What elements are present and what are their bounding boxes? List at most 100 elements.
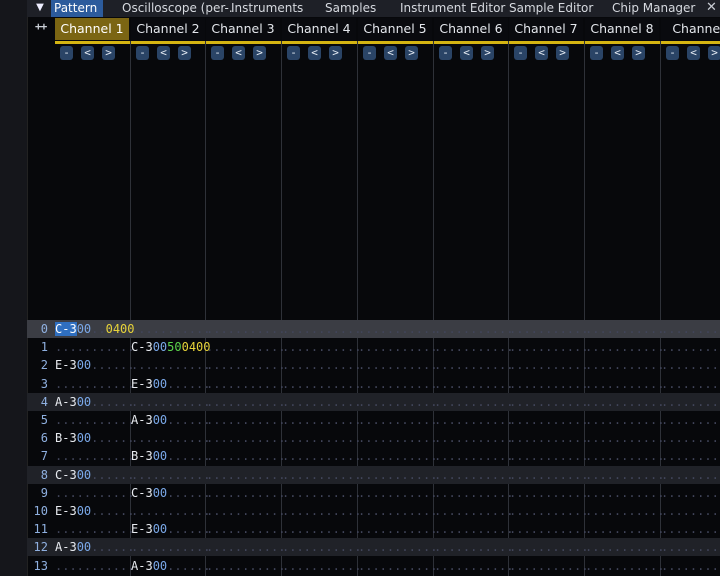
pattern-cell[interactable]: ........... (509, 520, 588, 538)
pattern-row[interactable]: 13........... A-300......................… (27, 557, 720, 575)
pattern-cell[interactable]: ........... (206, 538, 285, 556)
pattern-cell[interactable]: ........... (434, 356, 513, 374)
pattern-cell[interactable]: ........... (358, 338, 437, 356)
channel-move-left-button[interactable]: < (384, 46, 397, 60)
channel-header-4[interactable]: Channel 4 (282, 18, 356, 40)
channel-move-right-button[interactable]: > (708, 46, 720, 60)
pattern-cell[interactable]: ........... (206, 393, 285, 411)
pattern-cell[interactable]: ........... (282, 411, 361, 429)
pattern-cell[interactable]: ........... (509, 484, 588, 502)
pattern-row[interactable]: 12 A-300.................................… (27, 538, 720, 556)
pattern-cell[interactable]: ........... (661, 502, 720, 520)
pattern-cell[interactable]: ........... (509, 538, 588, 556)
pattern-cell[interactable]: ........... (358, 520, 437, 538)
pattern-cell[interactable]: ........... (358, 393, 437, 411)
pattern-cell[interactable]: ........... (661, 356, 720, 374)
channel-move-right-button[interactable]: > (329, 46, 342, 60)
pattern-cell[interactable]: ........... (131, 393, 210, 411)
pattern-cell[interactable]: ........... (282, 356, 361, 374)
pattern-cell[interactable]: ........... (661, 538, 720, 556)
pattern-cell[interactable]: ........... (434, 447, 513, 465)
channel-header-6[interactable]: Channel 6 (434, 18, 508, 40)
channel-move-left-button[interactable]: < (687, 46, 700, 60)
channel-collapse-button[interactable]: - (287, 46, 300, 60)
pattern-cell[interactable]: ........... (358, 484, 437, 502)
pattern-cell[interactable]: ........... (661, 375, 720, 393)
pattern-row[interactable]: 5........... A-300.......................… (27, 411, 720, 429)
channel-move-left-button[interactable]: < (308, 46, 321, 60)
channel-header-5[interactable]: Channel 5 (358, 18, 432, 40)
pattern-row[interactable]: 11........... E-300......................… (27, 520, 720, 538)
pattern-cell[interactable]: ........... (131, 466, 210, 484)
pattern-cell[interactable]: ........... (585, 484, 664, 502)
channel-header-2[interactable]: Channel 2 (131, 18, 205, 40)
tab-sample-editor[interactable]: Sample Editor (509, 0, 593, 17)
pattern-cell[interactable]: ........... (282, 429, 361, 447)
pattern-cell[interactable]: ........... (585, 429, 664, 447)
pattern-row[interactable]: 6 B-300..................................… (27, 429, 720, 447)
pattern-cell[interactable]: ........... (131, 429, 210, 447)
pattern-row[interactable]: 8 C-300..................................… (27, 466, 720, 484)
pattern-cell[interactable]: ........... (434, 557, 513, 575)
pattern-cell[interactable]: ........... (282, 557, 361, 575)
pattern-cell[interactable]: ........... (661, 557, 720, 575)
pattern-cell[interactable]: ........... (358, 356, 437, 374)
pattern-cell[interactable]: ........... (585, 447, 664, 465)
channel-move-left-button[interactable]: < (157, 46, 170, 60)
pattern-cell[interactable]: ........... (434, 338, 513, 356)
pattern-cell[interactable]: ........... (358, 502, 437, 520)
channel-collapse-button[interactable]: - (136, 46, 149, 60)
close-icon[interactable]: ✕ (706, 0, 717, 15)
tab-samples[interactable]: Samples (325, 0, 376, 17)
channel-collapse-button[interactable]: - (363, 46, 376, 60)
tab-chip-manager[interactable]: Chip Manager (612, 0, 695, 17)
pattern-cell[interactable]: ........... (661, 429, 720, 447)
pattern-row[interactable]: 9........... C-300.......................… (27, 484, 720, 502)
pattern-cell[interactable]: ........... (282, 447, 361, 465)
pattern-cell[interactable]: B-300...... (55, 429, 135, 447)
pattern-cell[interactable]: ........... (206, 338, 285, 356)
pattern-cell[interactable]: E-300...... (131, 375, 211, 393)
channel-header-3[interactable]: Channel 3 (206, 18, 280, 40)
pattern-cell[interactable]: A-300...... (131, 557, 211, 575)
pattern-cell[interactable]: E-300...... (131, 520, 211, 538)
pattern-cell[interactable]: ........... (206, 320, 285, 338)
channel-collapse-button[interactable]: - (60, 46, 73, 60)
pattern-cell[interactable]: ........... (206, 484, 285, 502)
pattern-cell[interactable]: ........... (206, 502, 285, 520)
pattern-row[interactable]: 2 E-300..................................… (27, 356, 720, 374)
pattern-cell[interactable]: A-300...... (55, 393, 135, 411)
pattern-cell[interactable]: ........... (585, 538, 664, 556)
expand-all-button[interactable]: ++ (35, 20, 47, 33)
channel-move-right-button[interactable]: > (481, 46, 494, 60)
pattern-cell[interactable]: ........... (55, 375, 134, 393)
pattern-cell[interactable]: E-300...... (55, 356, 135, 374)
pattern-cell[interactable]: ........... (131, 356, 210, 374)
pattern-cell[interactable]: ........... (358, 429, 437, 447)
pattern-cell[interactable]: ........... (206, 429, 285, 447)
pattern-cell[interactable]: ........... (55, 520, 134, 538)
pattern-cell[interactable]: ........... (358, 375, 437, 393)
pattern-cell[interactable]: ........... (282, 320, 361, 338)
pattern-cell[interactable]: ........... (434, 484, 513, 502)
channel-move-right-button[interactable]: > (632, 46, 645, 60)
pattern-row[interactable]: 10 E-300.................................… (27, 502, 720, 520)
pattern-cell[interactable]: ........... (509, 320, 588, 338)
channel-collapse-button[interactable]: - (590, 46, 603, 60)
channel-move-left-button[interactable]: < (232, 46, 245, 60)
channel-header-8[interactable]: Channel 8 (585, 18, 659, 40)
channel-collapse-button[interactable]: - (439, 46, 452, 60)
pattern-cell[interactable]: ........... (434, 429, 513, 447)
pattern-cell[interactable]: ........... (358, 466, 437, 484)
pattern-cell[interactable]: ........... (358, 411, 437, 429)
channel-collapse-button[interactable]: - (514, 46, 527, 60)
channel-move-left-button[interactable]: < (611, 46, 624, 60)
pattern-cell[interactable]: ........... (585, 320, 664, 338)
pattern-cell[interactable]: ........... (585, 557, 664, 575)
pattern-cell[interactable]: ........... (282, 484, 361, 502)
pattern-row[interactable]: 4 A-300..................................… (27, 393, 720, 411)
pattern-cell[interactable]: ........... (661, 320, 720, 338)
pattern-cell[interactable]: C-300...... (55, 466, 135, 484)
pattern-cell[interactable]: ........... (131, 320, 210, 338)
pattern-cell[interactable]: ........... (282, 538, 361, 556)
